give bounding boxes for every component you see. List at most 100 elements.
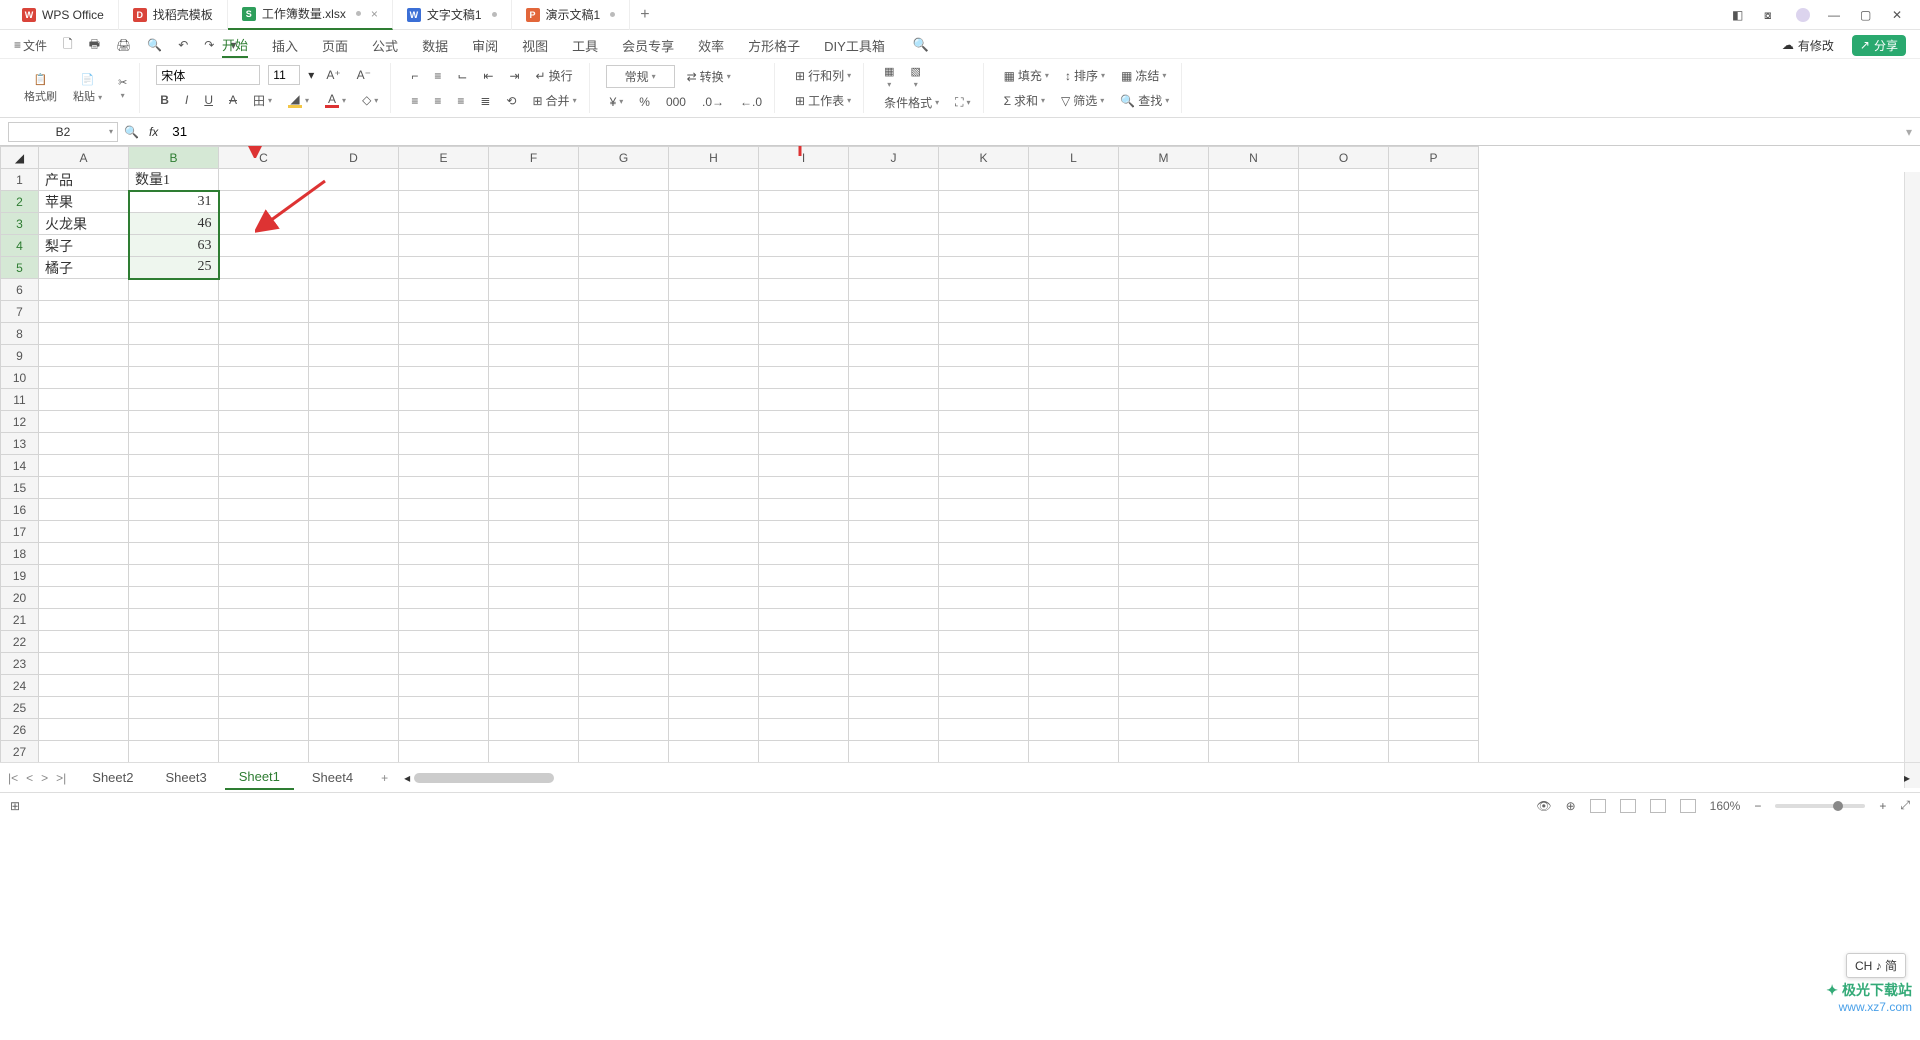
cell[interactable]	[129, 367, 219, 389]
cell[interactable]	[669, 257, 759, 279]
cell[interactable]	[39, 323, 129, 345]
close-window-icon[interactable]: ✕	[1892, 8, 1906, 22]
cell[interactable]	[399, 345, 489, 367]
cell[interactable]	[1209, 719, 1299, 741]
cell[interactable]	[1389, 367, 1479, 389]
cell[interactable]	[309, 169, 399, 191]
cell[interactable]	[849, 587, 939, 609]
cell[interactable]	[1209, 543, 1299, 565]
font-color-button[interactable]: A▾	[321, 91, 350, 110]
cell[interactable]	[759, 543, 849, 565]
cell[interactable]	[849, 279, 939, 301]
cell[interactable]	[399, 521, 489, 543]
cell[interactable]	[489, 499, 579, 521]
increase-font-button[interactable]: A⁺	[322, 66, 344, 84]
col-header[interactable]: H	[669, 147, 759, 169]
cell[interactable]	[849, 653, 939, 675]
cell[interactable]	[39, 587, 129, 609]
cell[interactable]	[39, 521, 129, 543]
font-size-input[interactable]	[268, 65, 300, 85]
sheet-tab[interactable]: Sheet4	[298, 766, 367, 789]
cell[interactable]	[1029, 543, 1119, 565]
cell[interactable]	[399, 323, 489, 345]
find-button[interactable]: 🔍 查找▾	[1116, 90, 1173, 111]
cell[interactable]	[309, 653, 399, 675]
cell[interactable]	[759, 345, 849, 367]
cell[interactable]	[1389, 543, 1479, 565]
cell[interactable]	[489, 411, 579, 433]
cell[interactable]	[399, 653, 489, 675]
cell[interactable]	[1029, 741, 1119, 763]
cell[interactable]	[579, 653, 669, 675]
cell[interactable]	[129, 279, 219, 301]
cell[interactable]	[219, 631, 309, 653]
cell[interactable]	[489, 235, 579, 257]
cell[interactable]	[219, 675, 309, 697]
cell[interactable]	[579, 301, 669, 323]
cell[interactable]	[399, 213, 489, 235]
cell[interactable]	[579, 565, 669, 587]
cell[interactable]	[309, 191, 399, 213]
cell[interactable]	[579, 675, 669, 697]
sheet-tab[interactable]: Sheet3	[151, 766, 220, 789]
cell[interactable]	[309, 345, 399, 367]
eye-icon[interactable]: 👁	[1536, 799, 1551, 813]
cell[interactable]	[1299, 719, 1389, 741]
cell[interactable]: 梨子	[39, 235, 129, 257]
col-header[interactable]: P	[1389, 147, 1479, 169]
cell-style-button[interactable]: ▧▾	[907, 63, 925, 91]
scroll-thumb[interactable]	[414, 773, 554, 783]
menu-tab-tools[interactable]: 工具	[572, 34, 598, 57]
cell[interactable]	[669, 433, 759, 455]
cell[interactable]	[39, 675, 129, 697]
cell[interactable]	[669, 609, 759, 631]
col-header[interactable]: N	[1209, 147, 1299, 169]
cell[interactable]	[489, 675, 579, 697]
cell[interactable]	[39, 389, 129, 411]
cell[interactable]	[219, 411, 309, 433]
currency-button[interactable]: ¥▾	[606, 93, 628, 111]
cell[interactable]	[939, 543, 1029, 565]
cell[interactable]	[1389, 301, 1479, 323]
cell[interactable]	[1299, 345, 1389, 367]
cell[interactable]	[39, 367, 129, 389]
cell[interactable]	[1209, 455, 1299, 477]
cell[interactable]	[939, 675, 1029, 697]
cell[interactable]	[1299, 169, 1389, 191]
row-header[interactable]: 11	[1, 389, 39, 411]
cell[interactable]	[399, 565, 489, 587]
settings-icon[interactable]: ⊕	[1566, 799, 1576, 813]
cell[interactable]	[1029, 169, 1119, 191]
cell[interactable]	[669, 543, 759, 565]
cell[interactable]: 火龙果	[39, 213, 129, 235]
cell[interactable]	[309, 521, 399, 543]
cell[interactable]	[1209, 433, 1299, 455]
cell[interactable]	[399, 279, 489, 301]
menu-icon[interactable]: ≡ 文件	[8, 34, 53, 57]
cell[interactable]	[579, 609, 669, 631]
cell[interactable]	[1299, 543, 1389, 565]
cell[interactable]	[219, 367, 309, 389]
cell[interactable]	[579, 411, 669, 433]
row-header[interactable]: 23	[1, 653, 39, 675]
table-style-button[interactable]: ▦▾	[880, 63, 898, 91]
cell[interactable]	[309, 587, 399, 609]
ime-indicator[interactable]: CH ♪ 简	[1846, 953, 1906, 978]
cell[interactable]	[1299, 653, 1389, 675]
cell[interactable]	[399, 477, 489, 499]
cell[interactable]	[309, 499, 399, 521]
row-header[interactable]: 12	[1, 411, 39, 433]
row-header[interactable]: 15	[1, 477, 39, 499]
align-top-button[interactable]: ⌐	[407, 67, 422, 85]
view-break-button[interactable]	[1650, 799, 1666, 813]
cell[interactable]	[219, 741, 309, 763]
cell[interactable]	[1389, 521, 1479, 543]
add-tab-button[interactable]: +	[630, 6, 659, 24]
cell[interactable]	[1029, 587, 1119, 609]
cell[interactable]	[309, 389, 399, 411]
cell[interactable]	[759, 235, 849, 257]
cell[interactable]	[39, 345, 129, 367]
cell[interactable]	[1389, 587, 1479, 609]
spreadsheet-grid[interactable]: ◢ABCDEFGHIJKLMNOP1产品数量12苹果313火龙果464梨子635…	[0, 146, 1920, 762]
cell[interactable]	[939, 609, 1029, 631]
